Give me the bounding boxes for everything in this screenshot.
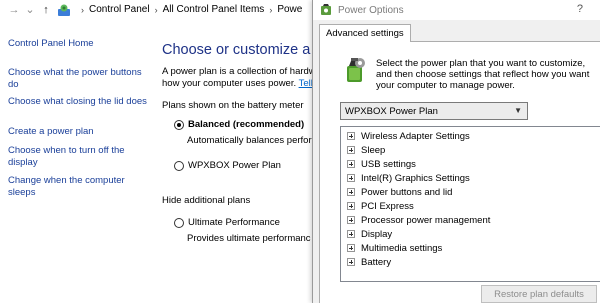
description-line: how your computer uses power. xyxy=(162,77,297,89)
plan-wpxbox[interactable]: WPXBOX Power Plan xyxy=(174,160,281,171)
tree-item-wireless-adapter[interactable]: Wireless Adapter Settings xyxy=(347,129,470,143)
power-options-dialog: Power Options ? Advanced settings Select… xyxy=(312,0,600,303)
tree-item-multimedia[interactable]: Multimedia settings xyxy=(347,241,442,255)
plan-balanced[interactable]: Balanced (recommended) xyxy=(174,119,304,130)
power-plan-dropdown[interactable]: WPXBOX Power Plan ▼ xyxy=(340,102,528,120)
page-title: Choose or customize a pow xyxy=(162,42,322,58)
chevron-down-icon[interactable]: ▼ xyxy=(514,106,522,115)
tree-item-usb[interactable]: USB settings xyxy=(347,157,416,171)
main-content: Choose or customize a pow A power plan i… xyxy=(162,38,322,258)
expand-icon[interactable] xyxy=(347,188,355,196)
forward-arrow-icon[interactable]: → xyxy=(6,4,22,16)
expand-icon[interactable] xyxy=(347,174,355,182)
task-power-buttons[interactable]: Choose what the power buttons do xyxy=(8,67,148,91)
tree-item-label: Power buttons and lid xyxy=(361,186,453,198)
tree-item-pci-express[interactable]: PCI Express xyxy=(347,199,414,213)
description-line: A power plan is a collection of hardw xyxy=(162,66,316,77)
plan-name: Ultimate Performance xyxy=(188,217,280,228)
power-plan-dropdown-value: WPXBOX Power Plan xyxy=(345,105,438,117)
breadcrumb-separator-icon: › xyxy=(81,4,84,15)
control-panel-icon xyxy=(58,4,70,16)
radio-icon[interactable] xyxy=(174,217,184,228)
expand-icon[interactable] xyxy=(347,258,355,266)
tab-advanced-settings[interactable]: Advanced settings xyxy=(319,24,411,42)
tell-me-more-link[interactable]: Tell xyxy=(299,78,313,89)
plan-description: Provides ultimate performanc xyxy=(187,233,311,244)
breadcrumb-separator-icon: › xyxy=(154,4,158,15)
dialog-titlebar[interactable]: Power Options ? xyxy=(313,0,600,20)
dialog-title: Power Options xyxy=(338,4,404,16)
plan-ultimate-performance[interactable]: Ultimate Performance xyxy=(174,217,280,228)
expand-icon[interactable] xyxy=(347,146,355,154)
breadcrumb-control-panel[interactable]: Control Panel xyxy=(89,4,150,15)
tree-item-label: Intel(R) Graphics Settings xyxy=(361,172,470,184)
control-panel-home-link[interactable]: Control Panel Home xyxy=(8,38,94,49)
tree-item-display[interactable]: Display xyxy=(347,227,392,241)
help-button[interactable]: ? xyxy=(577,3,583,15)
breadcrumb-all-items[interactable]: All Control Panel Items xyxy=(163,4,265,15)
page-description: A power plan is a collection of hardw ho… xyxy=(162,66,316,89)
tree-item-label: PCI Express xyxy=(361,200,414,212)
instruction-text: Select the power plan that you want to c… xyxy=(376,58,590,91)
tree-item-power-buttons-lid[interactable]: Power buttons and lid xyxy=(347,185,452,199)
up-arrow-icon[interactable]: ↑ xyxy=(38,4,54,16)
tree-item-label: Display xyxy=(361,228,393,240)
radio-icon[interactable] xyxy=(174,160,184,171)
tree-item-label: USB settings xyxy=(361,158,416,170)
tree-item-sleep[interactable]: Sleep xyxy=(347,143,385,157)
restore-button-label: Restore plan defaults xyxy=(494,288,584,300)
expand-icon[interactable] xyxy=(347,160,355,168)
tree-item-label: Multimedia settings xyxy=(361,242,443,254)
breadcrumb-separator-icon: › xyxy=(269,4,273,15)
radio-selected-icon[interactable] xyxy=(174,119,184,130)
expand-icon[interactable] xyxy=(347,244,355,252)
plan-description: Automatically balances perfor xyxy=(187,135,312,146)
task-turn-off-display[interactable]: Choose when to turn off the display xyxy=(8,145,148,169)
task-closing-lid[interactable]: Choose what closing the lid does xyxy=(8,96,148,108)
task-computer-sleeps[interactable]: Change when the computer sleeps xyxy=(8,175,148,199)
expand-icon[interactable] xyxy=(347,132,355,140)
tree-item-battery[interactable]: Battery xyxy=(347,255,391,269)
tree-item-intel-graphics[interactable]: Intel(R) Graphics Settings xyxy=(347,171,470,185)
power-options-icon xyxy=(321,4,331,15)
expand-icon[interactable] xyxy=(347,216,355,224)
tree-item-label: Sleep xyxy=(361,144,386,156)
expand-icon[interactable] xyxy=(347,230,355,238)
history-chevron-icon[interactable]: ⌄ xyxy=(22,3,38,16)
tree-item-label: Processor power management xyxy=(361,214,491,226)
hide-additional-plans-toggle[interactable]: Hide additional plans xyxy=(162,195,250,206)
advanced-settings-panel: Select the power plan that you want to c… xyxy=(319,41,600,303)
plan-name: Balanced (recommended) xyxy=(188,119,305,130)
power-plan-gear-icon xyxy=(347,58,365,82)
plan-name: WPXBOX Power Plan xyxy=(188,160,281,171)
tree-item-label: Battery xyxy=(361,256,392,268)
tree-item-label: Wireless Adapter Settings xyxy=(361,130,470,142)
expand-icon[interactable] xyxy=(347,202,355,210)
breadcrumb-power-options[interactable]: Powe xyxy=(277,4,302,15)
battery-meter-group-label: Plans shown on the battery meter xyxy=(162,100,304,111)
tree-item-processor-power[interactable]: Processor power management xyxy=(347,213,490,227)
restore-plan-defaults-button[interactable]: Restore plan defaults xyxy=(481,285,597,303)
settings-tree[interactable]: Wireless Adapter Settings Sleep USB sett… xyxy=(340,126,600,282)
task-create-plan[interactable]: Create a power plan xyxy=(8,126,148,138)
